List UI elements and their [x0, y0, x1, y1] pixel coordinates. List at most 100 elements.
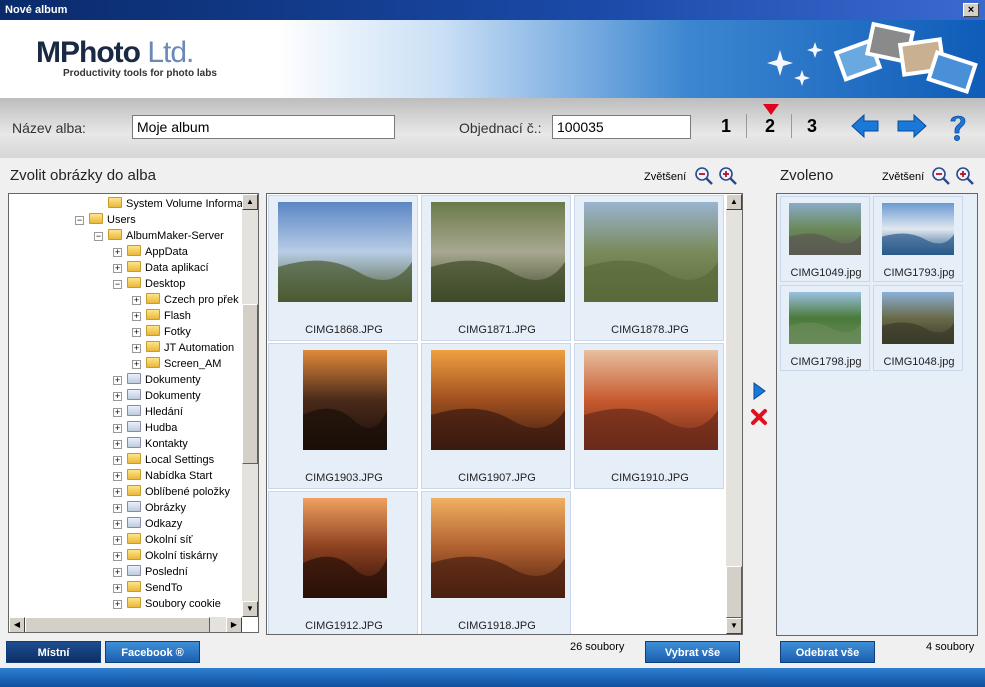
tree-item[interactable]: Local Settings: [127, 452, 214, 468]
tree-item[interactable]: Fotky: [146, 324, 191, 340]
facebook-source-tab[interactable]: Facebook ®: [105, 641, 200, 663]
tree-item-label: Hudba: [145, 422, 178, 434]
tree-expand-toggle[interactable]: +: [113, 504, 122, 513]
selected-photo-thumbnail[interactable]: CIMG1798.jpg: [780, 285, 870, 371]
photo-thumbnail[interactable]: CIMG1910.JPG: [574, 343, 724, 489]
selected-photo-image: [882, 203, 954, 255]
order-number-input[interactable]: 100035: [552, 115, 691, 139]
zoom-out-icon[interactable]: [694, 166, 714, 186]
tree-item[interactable]: Oblíbené položky: [127, 484, 230, 500]
tree-expand-toggle[interactable]: +: [113, 568, 122, 577]
tree-scroll-down-button[interactable]: ▼: [242, 601, 258, 617]
tree-expand-toggle[interactable]: +: [113, 472, 122, 481]
tree-item[interactable]: Hudba: [127, 420, 177, 436]
zoom-in-icon[interactable]: [718, 166, 738, 186]
close-button[interactable]: ×: [963, 3, 979, 17]
tree-expand-toggle[interactable]: +: [113, 424, 122, 433]
tree-item[interactable]: Czech pro přek: [146, 292, 239, 308]
selected-photo-thumbnail[interactable]: CIMG1793.jpg: [873, 196, 963, 282]
tree-vertical-scrollbar[interactable]: ▲ ▼: [242, 194, 258, 617]
tree-item[interactable]: Flash: [146, 308, 191, 324]
grid-scroll-down-button[interactable]: ▼: [726, 618, 742, 634]
tree-item[interactable]: Dokumenty: [127, 388, 201, 404]
tree-scroll-thumb[interactable]: [242, 304, 258, 464]
selected-photo-thumbnail[interactable]: CIMG1049.jpg: [780, 196, 870, 282]
window-titlebar: Nové album ×: [0, 0, 985, 20]
help-icon[interactable]: [947, 112, 969, 142]
folder-tree[interactable]: System Volume Information Users − AlbumMake…: [8, 193, 259, 633]
tree-item[interactable]: Soubory cookie: [127, 596, 221, 612]
select-all-button[interactable]: Vybrat vše: [645, 641, 740, 663]
forward-arrow-icon[interactable]: [896, 112, 928, 140]
step-2-button[interactable]: 2: [765, 116, 775, 137]
tree-hscroll-thumb[interactable]: [25, 617, 210, 632]
tree-expand-toggle[interactable]: +: [113, 552, 122, 561]
tree-item[interactable]: Okolní síť: [127, 532, 193, 548]
remove-all-button[interactable]: Odebrat vše: [780, 641, 875, 663]
photo-thumbnail[interactable]: CIMG1871.JPG: [421, 195, 571, 341]
tree-expand-toggle[interactable]: +: [113, 488, 122, 497]
tree-item[interactable]: Data aplikací: [127, 260, 209, 276]
tree-item[interactable]: AlbumMaker-Server: [108, 228, 224, 244]
tree-item[interactable]: Obrázky: [127, 500, 186, 516]
tree-expand-toggle[interactable]: +: [132, 328, 141, 337]
tree-scroll-left-button[interactable]: ◀: [9, 617, 25, 632]
grid-scroll-thumb[interactable]: [726, 566, 742, 618]
tree-expand-toggle[interactable]: +: [113, 536, 122, 545]
step-1-button[interactable]: 1: [721, 116, 731, 137]
tree-expand-toggle[interactable]: +: [113, 520, 122, 529]
tree-expand-toggle[interactable]: +: [113, 376, 122, 385]
folder-icon: [108, 197, 122, 208]
local-source-tab[interactable]: Místní: [6, 641, 101, 663]
add-to-album-icon[interactable]: [752, 382, 766, 400]
tree-item[interactable]: Desktop: [127, 276, 185, 292]
tree-item[interactable]: Dokumenty: [127, 372, 201, 388]
selected-zoom-in-icon[interactable]: [955, 166, 975, 186]
grid-vertical-scrollbar[interactable]: ▲ ▼: [726, 194, 742, 634]
tree-expand-toggle[interactable]: +: [113, 248, 122, 257]
back-arrow-icon[interactable]: [850, 112, 880, 140]
tree-expand-toggle[interactable]: +: [113, 456, 122, 465]
remove-from-album-icon[interactable]: [750, 408, 768, 426]
grid-scroll-up-button[interactable]: ▲: [726, 194, 742, 210]
tree-item[interactable]: Okolní tiskárny: [127, 548, 218, 564]
tree-item[interactable]: Hledání: [127, 404, 183, 420]
tree-expand-toggle[interactable]: +: [132, 344, 141, 353]
tree-item[interactable]: Kontakty: [127, 436, 188, 452]
tree-item[interactable]: JT Automation: [146, 340, 234, 356]
tree-item[interactable]: AppData: [127, 244, 188, 260]
tree-expand-toggle[interactable]: +: [113, 408, 122, 417]
step-3-button[interactable]: 3: [807, 116, 817, 137]
tree-item[interactable]: Users: [89, 212, 136, 228]
tree-scroll-up-button[interactable]: ▲: [242, 194, 258, 210]
tree-expand-toggle[interactable]: +: [113, 600, 122, 609]
tree-scroll-right-button[interactable]: ▶: [226, 617, 242, 632]
tree-horizontal-scrollbar[interactable]: ◀ ▶: [9, 617, 242, 632]
photo-thumbnail[interactable]: CIMG1907.JPG: [421, 343, 571, 489]
tree-item[interactable]: Odkazy: [127, 516, 182, 532]
selected-zoom-out-icon[interactable]: [931, 166, 951, 186]
tree-expand-toggle[interactable]: −: [94, 232, 103, 241]
tree-item[interactable]: Poslední: [127, 564, 188, 580]
tree-expand-toggle[interactable]: +: [113, 264, 122, 273]
tree-expand-toggle[interactable]: +: [132, 296, 141, 305]
photo-thumbnail[interactable]: CIMG1903.JPG: [268, 343, 418, 489]
tree-expand-toggle[interactable]: −: [113, 280, 122, 289]
tree-expand-toggle[interactable]: +: [113, 392, 122, 401]
photo-thumbnail[interactable]: CIMG1868.JPG: [268, 195, 418, 341]
tree-expand-toggle[interactable]: −: [75, 216, 84, 225]
tree-item[interactable]: Screen_AM: [146, 356, 221, 372]
photo-thumbnail[interactable]: CIMG1918.JPG: [421, 491, 571, 634]
tree-item[interactable]: System Volume Information: [108, 196, 258, 212]
album-name-input[interactable]: Moje album: [132, 115, 395, 139]
tree-expand-toggle[interactable]: +: [132, 360, 141, 369]
photo-thumbnail[interactable]: CIMG1878.JPG: [574, 195, 724, 341]
tree-expand-toggle[interactable]: +: [113, 584, 122, 593]
tree-item[interactable]: Nabídka Start: [127, 468, 212, 484]
photo-thumbnail[interactable]: CIMG1912.JPG: [268, 491, 418, 634]
folder-icon: [127, 517, 141, 528]
tree-item[interactable]: SendTo: [127, 580, 182, 596]
tree-expand-toggle[interactable]: +: [132, 312, 141, 321]
selected-photo-thumbnail[interactable]: CIMG1048.jpg: [873, 285, 963, 371]
tree-expand-toggle[interactable]: +: [113, 440, 122, 449]
